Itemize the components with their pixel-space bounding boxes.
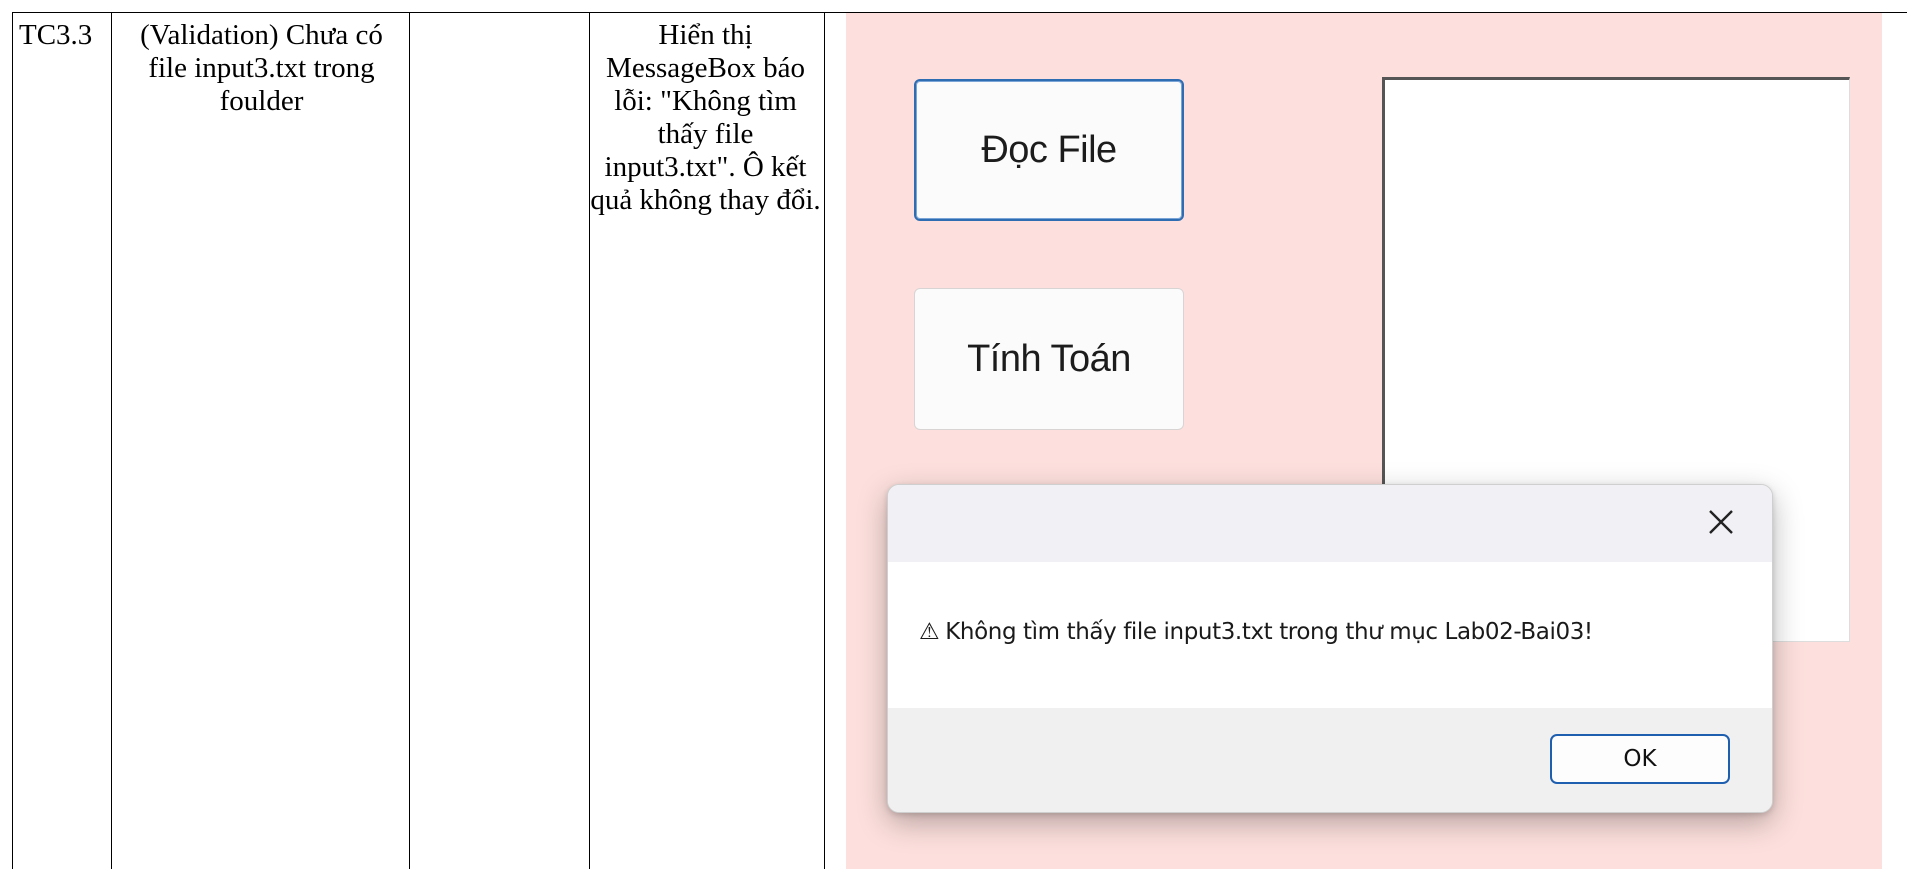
warning-icon: ⚠ <box>919 619 940 645</box>
close-icon <box>1709 510 1733 534</box>
dialog-footer: OK <box>888 708 1772 812</box>
read-file-button[interactable]: Đọc File <box>914 79 1184 221</box>
test-case-expected-result: Hiển thị MessageBox báo lỗi: "Không tìm … <box>590 19 821 216</box>
dialog-body: ⚠ Không tìm thấy file input3.txt trong th… <box>888 562 1772 708</box>
error-message-box: ⚠ Không tìm thấy file input3.txt trong th… <box>887 484 1773 813</box>
test-case-id: TC3.3 <box>19 19 93 51</box>
table-left-border <box>12 12 13 869</box>
column-divider-1 <box>111 12 112 869</box>
close-button[interactable] <box>1704 505 1738 539</box>
dialog-title-bar <box>888 485 1772 562</box>
app-screenshot: Đọc File Tính Toán ⚠ Không tìm thấy file … <box>846 13 1882 869</box>
test-case-document-page: TC3.3 (Validation) Chưa có file input3.t… <box>0 0 1907 869</box>
column-divider-2 <box>409 12 410 869</box>
test-case-description: (Validation) Chưa có file input3.txt tro… <box>140 19 383 117</box>
calculate-button[interactable]: Tính Toán <box>914 288 1184 430</box>
ok-button[interactable]: OK <box>1550 734 1730 784</box>
dialog-message-line: ⚠ Không tìm thấy file input3.txt trong th… <box>919 619 1593 645</box>
dialog-message: Không tìm thấy file input3.txt trong thư… <box>945 619 1593 645</box>
column-divider-4 <box>824 12 825 869</box>
